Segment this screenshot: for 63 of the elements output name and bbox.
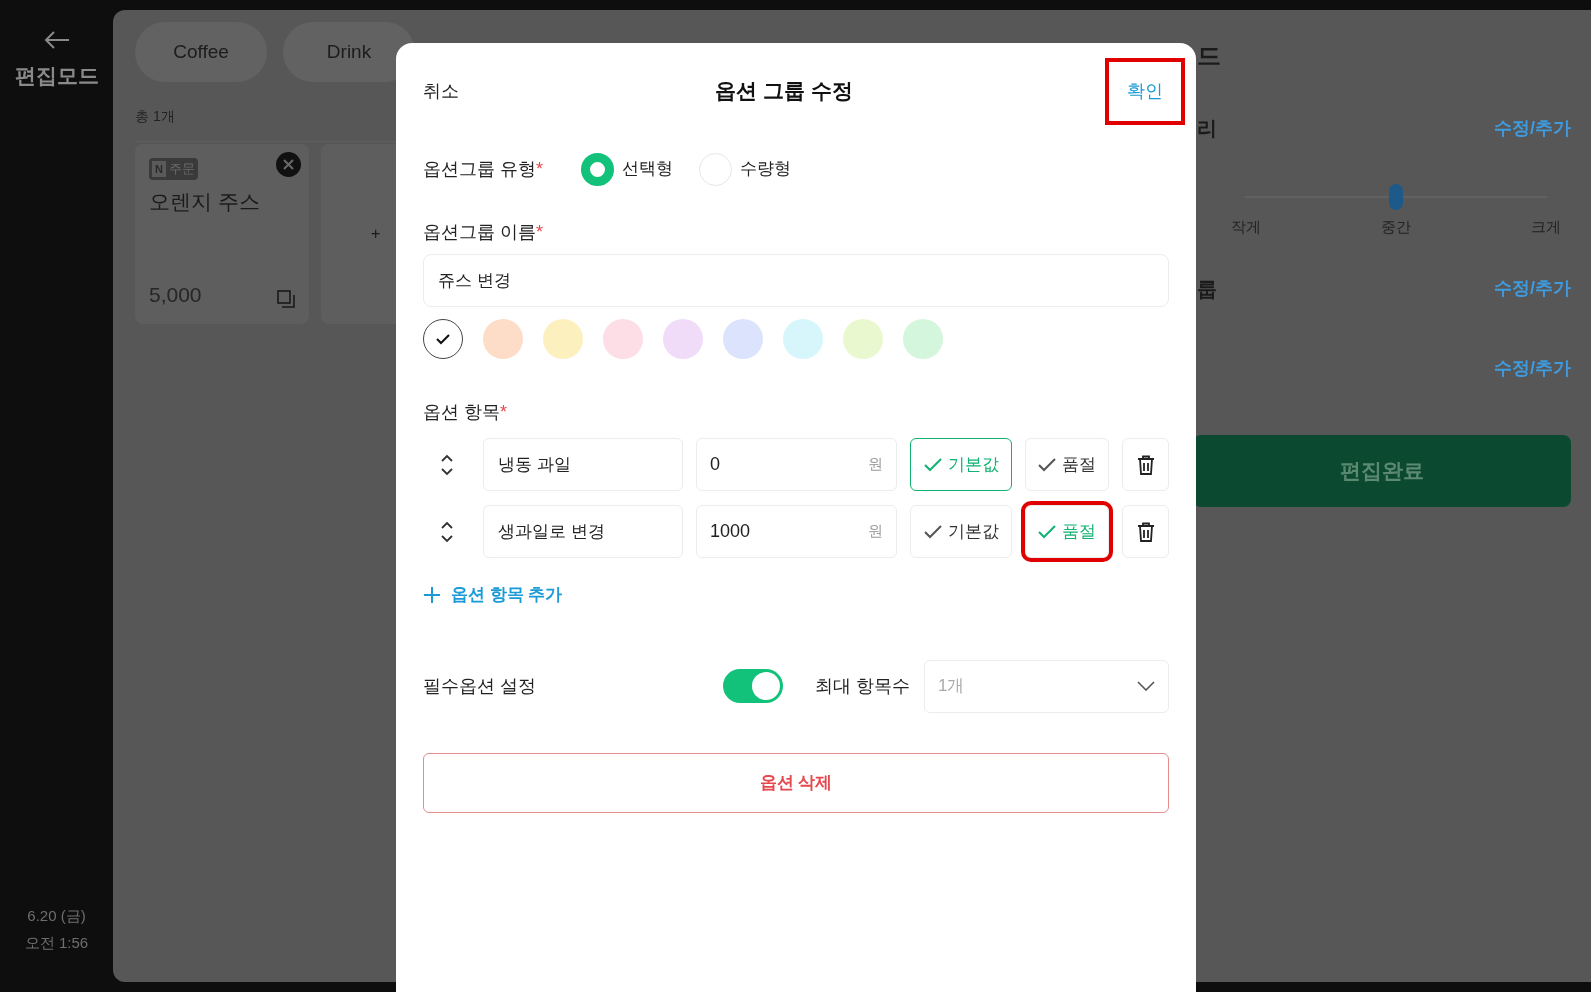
- size-slider[interactable]: [1245, 184, 1547, 210]
- sold-out-toggle[interactable]: 품절: [1025, 438, 1109, 491]
- check-icon: [923, 524, 942, 539]
- input-field[interactable]: 쥬스 변경: [423, 254, 1169, 307]
- done-button[interactable]: 편집완료: [1193, 434, 1571, 507]
- sidebar-title: 편집모드: [14, 63, 99, 89]
- category-tab[interactable]: Drink: [283, 22, 415, 82]
- delete-item-button[interactable]: [1122, 438, 1169, 491]
- modal-title: 옵션 그룹 수정: [715, 78, 853, 105]
- trash-icon: [1136, 521, 1155, 542]
- section-label: 리: [1197, 116, 1217, 141]
- trash-icon: [1136, 454, 1155, 475]
- cancel-button[interactable]: 취소: [423, 77, 459, 105]
- edit-add-link[interactable]: 수정/추가: [1494, 275, 1571, 302]
- slider-thumb[interactable]: [1389, 184, 1403, 210]
- check-icon: [1038, 524, 1056, 539]
- check-icon: [923, 457, 942, 472]
- color-swatch[interactable]: [423, 319, 463, 359]
- product-name: 오렌지 주스: [149, 188, 261, 215]
- color-swatch[interactable]: [483, 319, 523, 359]
- panel-title: 드: [1197, 41, 1222, 71]
- reorder-icon[interactable]: [439, 453, 454, 476]
- chevron-down-icon: [1137, 681, 1155, 691]
- color-swatch[interactable]: [783, 319, 823, 359]
- color-swatch[interactable]: [543, 319, 583, 359]
- reorder-icon[interactable]: [439, 520, 454, 543]
- check-icon: [436, 333, 450, 345]
- delete-item-button[interactable]: [1122, 505, 1169, 558]
- delete-option-button[interactable]: 옵션 삭제: [423, 752, 1169, 813]
- radio-option[interactable]: 선택형: [581, 152, 674, 186]
- option-name-field[interactable]: 냉동 과일: [483, 438, 683, 491]
- option-name-field[interactable]: 생과일로 변경: [483, 505, 683, 558]
- field-label: 옵션그룹 유형*: [423, 157, 544, 181]
- back-arrow-icon[interactable]: [43, 30, 70, 50]
- field-label: 필수옵션 설정: [423, 674, 537, 698]
- copy-icon[interactable]: [277, 290, 295, 308]
- price-field[interactable]: 1000 원: [696, 505, 897, 558]
- default-toggle[interactable]: 기본값: [910, 505, 1012, 558]
- field-label: 최대 항목수: [815, 674, 910, 698]
- field-label: 옵션그룹 이름*: [423, 221, 545, 244]
- close-icon[interactable]: [276, 152, 301, 177]
- radio-option[interactable]: 수량형: [699, 152, 792, 186]
- toggle-switch[interactable]: [723, 669, 783, 703]
- max-items-select[interactable]: 1개: [924, 659, 1169, 713]
- color-swatch[interactable]: [663, 319, 703, 359]
- time-text: 오전 1:56: [24, 932, 89, 953]
- product-price: 5,000: [149, 281, 202, 308]
- edit-add-link[interactable]: 수정/추가: [1494, 355, 1571, 382]
- edit-add-link[interactable]: 수정/추가: [1494, 114, 1571, 142]
- color-swatch[interactable]: [843, 319, 883, 359]
- section-label: 룹: [1197, 276, 1217, 302]
- price-field[interactable]: 0 원: [696, 438, 897, 491]
- add-label: +: [371, 224, 381, 244]
- field-label: 옵션 항목*: [423, 401, 509, 424]
- color-swatch[interactable]: [723, 319, 763, 359]
- category-tab[interactable]: Coffee: [135, 22, 267, 82]
- color-swatch[interactable]: [903, 319, 943, 359]
- default-toggle[interactable]: 기본값: [910, 438, 1012, 491]
- check-icon: [1038, 457, 1056, 472]
- plus-icon: [423, 585, 441, 604]
- color-swatch[interactable]: [603, 319, 643, 359]
- date-text: 6.20 (금): [27, 906, 86, 926]
- add-option-link[interactable]: 옵션 항목 추가: [423, 582, 563, 608]
